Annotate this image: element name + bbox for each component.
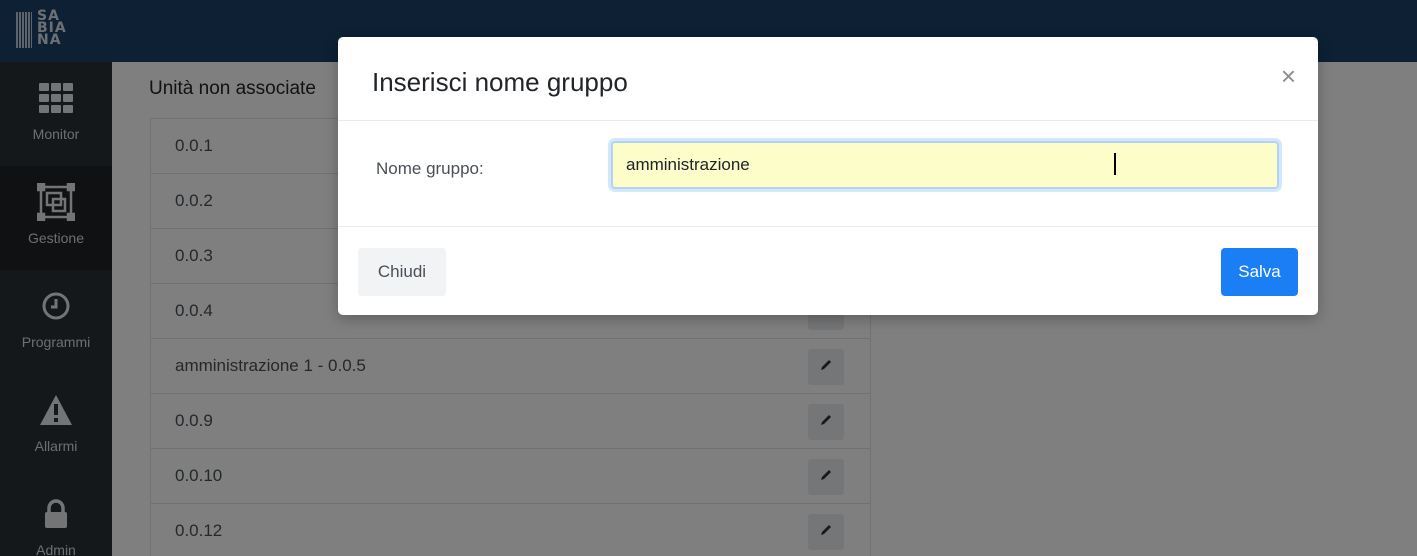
group-name-dialog: Inserisci nome gruppo × Nome gruppo: Chi… <box>338 37 1318 315</box>
modal-title: Inserisci nome gruppo <box>372 67 628 97</box>
group-name-label: Nome gruppo: <box>376 159 484 178</box>
group-name-input[interactable] <box>611 141 1279 189</box>
modal-header: Inserisci nome gruppo × <box>338 37 1318 121</box>
close-button[interactable]: Chiudi <box>358 248 446 296</box>
save-button[interactable]: Salva <box>1221 248 1298 296</box>
close-icon[interactable]: × <box>1281 63 1296 89</box>
modal-body: Nome gruppo: <box>338 121 1318 227</box>
text-caret <box>1114 153 1116 175</box>
